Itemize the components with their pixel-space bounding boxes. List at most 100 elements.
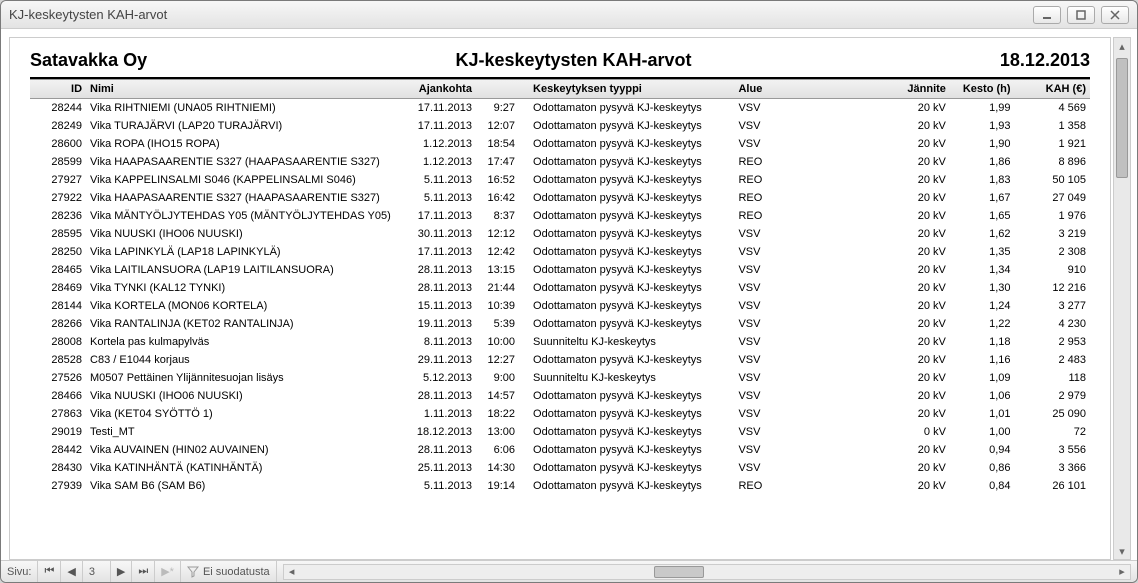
table-row[interactable]: 28442Vika AUVAINEN (HIN02 AUVAINEN)28.11… [30, 441, 1090, 459]
table-row[interactable]: 28528C83 / E1044 korjaus29.11.201312:27O… [30, 351, 1090, 369]
nav-last-icon[interactable]: ⏭ [132, 561, 155, 582]
table-header-row: ID Nimi Ajankohta Keskeytyksen tyyppi Al… [30, 79, 1090, 99]
hscroll-left-arrow[interactable]: ◂ [284, 565, 300, 579]
cell-jann: 20 kV [799, 477, 950, 495]
scroll-up-arrow[interactable]: ▴ [1114, 38, 1130, 54]
cell-type: Odottamaton pysyvä KJ-keskeytys [519, 171, 734, 189]
cell-kesto: 1,09 [950, 369, 1015, 387]
nav-first-icon[interactable]: ⏮ [38, 561, 61, 582]
cell-kah: 3 277 [1015, 297, 1090, 315]
app-window: KJ-keskeytysten KAH-arvot Satavakka Oy K… [0, 0, 1138, 583]
maximize-button[interactable] [1067, 6, 1095, 24]
cell-type: Odottamaton pysyvä KJ-keskeytys [519, 315, 734, 333]
cell-kesto: 1,99 [950, 99, 1015, 117]
cell-id: 27863 [30, 405, 86, 423]
cell-id: 28466 [30, 387, 86, 405]
table-row[interactable]: 27863Vika (KET04 SYÖTTÖ 1)1.11.201318:22… [30, 405, 1090, 423]
cell-kah: 118 [1015, 369, 1090, 387]
cell-alue: VSV [734, 369, 799, 387]
cell-kah: 72 [1015, 423, 1090, 441]
hscroll-thumb[interactable] [654, 566, 704, 578]
cell-date: 5.12.2013 [398, 369, 476, 387]
cell-id: 28430 [30, 459, 86, 477]
close-button[interactable] [1101, 6, 1129, 24]
cell-jann: 20 kV [799, 243, 950, 261]
scroll-down-arrow[interactable]: ▾ [1114, 543, 1130, 559]
table-row[interactable]: 28236Vika MÄNTYÖLJYTEHDAS Y05 (MÄNTYÖLJY… [30, 207, 1090, 225]
table-row[interactable]: 28249Vika TURAJÄRVI (LAP20 TURAJÄRVI)17.… [30, 117, 1090, 135]
cell-type: Odottamaton pysyvä KJ-keskeytys [519, 225, 734, 243]
cell-date: 5.11.2013 [398, 171, 476, 189]
cell-kesto: 1,00 [950, 423, 1015, 441]
cell-type: Odottamaton pysyvä KJ-keskeytys [519, 387, 734, 405]
hscroll-right-arrow[interactable]: ▸ [1114, 565, 1130, 579]
vertical-scrollbar[interactable]: ▴ ▾ [1113, 37, 1131, 560]
cell-date: 28.11.2013 [398, 261, 476, 279]
cell-id: 27927 [30, 171, 86, 189]
table-row[interactable]: 28244Vika RIHTNIEMI (UNA05 RIHTNIEMI)17.… [30, 99, 1090, 117]
col-kesto: Kesto (h) [950, 79, 1015, 99]
cell-jann: 20 kV [799, 441, 950, 459]
cell-id: 27922 [30, 189, 86, 207]
filter-status[interactable]: Ei suodatusta [181, 561, 277, 582]
cell-id: 28469 [30, 279, 86, 297]
cell-alue: VSV [734, 99, 799, 117]
cell-kah: 8 896 [1015, 153, 1090, 171]
table-row[interactable]: 28469Vika TYNKI (KAL12 TYNKI)28.11.20132… [30, 279, 1090, 297]
cell-time: 14:30 [476, 459, 519, 477]
scroll-thumb[interactable] [1116, 58, 1128, 178]
minimize-button[interactable] [1033, 6, 1061, 24]
window-title: KJ-keskeytysten KAH-arvot [9, 7, 167, 22]
cell-type: Odottamaton pysyvä KJ-keskeytys [519, 477, 734, 495]
page-number[interactable]: 3 [83, 561, 111, 582]
cell-alue: VSV [734, 423, 799, 441]
table-row[interactable]: 27939Vika SAM B6 (SAM B6)5.11.201319:14O… [30, 477, 1090, 495]
cell-kesto: 1,06 [950, 387, 1015, 405]
cell-id: 28249 [30, 117, 86, 135]
cell-id: 28144 [30, 297, 86, 315]
cell-alue: VSV [734, 117, 799, 135]
cell-kesto: 1,01 [950, 405, 1015, 423]
col-alue: Alue [734, 79, 799, 99]
cell-type: Suunniteltu KJ-keskeytys [519, 333, 734, 351]
cell-kesto: 1,34 [950, 261, 1015, 279]
col-kah: KAH (€) [1015, 79, 1090, 99]
table-row[interactable]: 28466Vika NUUSKI (IHO06 NUUSKI)28.11.201… [30, 387, 1090, 405]
cell-alue: VSV [734, 333, 799, 351]
table-row[interactable]: 29019Testi_MT18.12.201313:00Odottamaton … [30, 423, 1090, 441]
horizontal-scrollbar[interactable]: ◂ ▸ [283, 564, 1131, 580]
table-row[interactable]: 28266Vika RANTALINJA (KET02 RANTALINJA)1… [30, 315, 1090, 333]
cell-type: Odottamaton pysyvä KJ-keskeytys [519, 279, 734, 297]
cell-id: 28595 [30, 225, 86, 243]
cell-type: Odottamaton pysyvä KJ-keskeytys [519, 441, 734, 459]
table-row[interactable]: 28250Vika LAPINKYLÄ (LAP18 LAPINKYLÄ)17.… [30, 243, 1090, 261]
cell-alue: VSV [734, 261, 799, 279]
cell-jann: 20 kV [799, 207, 950, 225]
cell-time: 16:52 [476, 171, 519, 189]
cell-type: Odottamaton pysyvä KJ-keskeytys [519, 351, 734, 369]
cell-kesto: 0,84 [950, 477, 1015, 495]
cell-kah: 2 953 [1015, 333, 1090, 351]
cell-nimi: Kortela pas kulmapylväs [86, 333, 398, 351]
table-row[interactable]: 28430Vika KATINHÄNTÄ (KATINHÄNTÄ)25.11.2… [30, 459, 1090, 477]
cell-id: 28442 [30, 441, 86, 459]
cell-nimi: Vika RANTALINJA (KET02 RANTALINJA) [86, 315, 398, 333]
table-row[interactable]: 28599Vika HAAPASAARENTIE S327 (HAAPASAAR… [30, 153, 1090, 171]
cell-date: 19.11.2013 [398, 315, 476, 333]
table-row[interactable]: 27526M0507 Pettäinen Ylijännitesuojan li… [30, 369, 1090, 387]
table-row[interactable]: 28595Vika NUUSKI (IHO06 NUUSKI)30.11.201… [30, 225, 1090, 243]
cell-date: 5.11.2013 [398, 189, 476, 207]
cell-date: 28.11.2013 [398, 279, 476, 297]
table-row[interactable]: 28600Vika ROPA (IHO15 ROPA)1.12.201318:5… [30, 135, 1090, 153]
nav-prev-icon[interactable]: ◀ [61, 561, 82, 582]
cell-date: 28.11.2013 [398, 441, 476, 459]
table-row[interactable]: 28144Vika KORTELA (MON06 KORTELA)15.11.2… [30, 297, 1090, 315]
table-row[interactable]: 27922Vika HAAPASAARENTIE S327 (HAAPASAAR… [30, 189, 1090, 207]
cell-nimi: Vika AUVAINEN (HIN02 AUVAINEN) [86, 441, 398, 459]
nav-next-icon[interactable]: ▶ [111, 561, 132, 582]
cell-kah: 25 090 [1015, 405, 1090, 423]
table-row[interactable]: 27927Vika KAPPELINSALMI S046 (KAPPELINSA… [30, 171, 1090, 189]
table-row[interactable]: 28008Kortela pas kulmapylväs8.11.201310:… [30, 333, 1090, 351]
nav-new-icon[interactable]: ▶* [155, 561, 181, 582]
table-row[interactable]: 28465Vika LAITILANSUORA (LAP19 LAITILANS… [30, 261, 1090, 279]
